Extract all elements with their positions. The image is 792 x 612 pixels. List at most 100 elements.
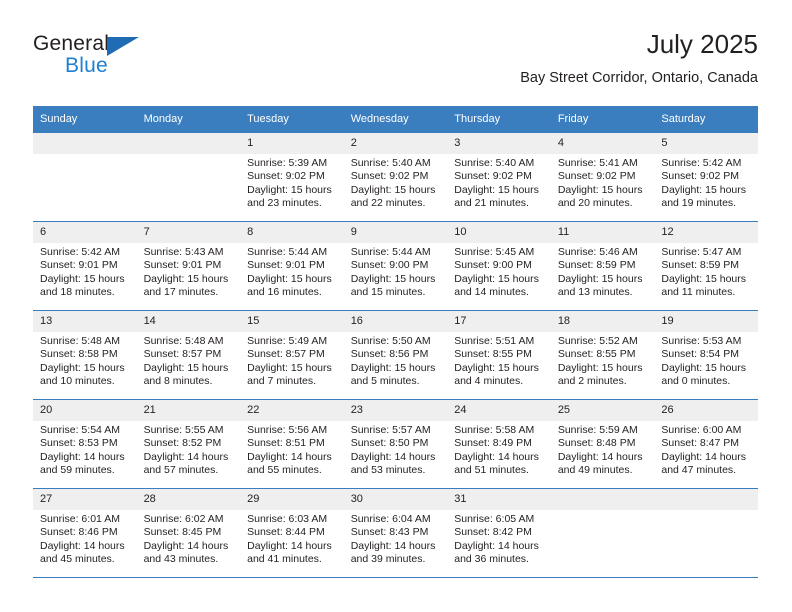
calendar-day-cell[interactable]: 24 Sunrise: 5:58 AM Sunset: 8:49 PM Dayligh… xyxy=(447,399,551,489)
daylight-text-line2: and 14 minutes. xyxy=(454,286,529,299)
calendar-day-cell[interactable]: 8 Sunrise: 5:44 AM Sunset: 9:01 PM Daylight… xyxy=(240,221,344,311)
calendar-day-inner: 14 Sunrise: 5:48 AM Sunset: 8:57 PM Dayligh… xyxy=(136,311,241,399)
calendar-day-cell[interactable]: 12 Sunrise: 5:47 AM Sunset: 8:59 PM Dayligh… xyxy=(654,221,758,311)
day-details: Sunrise: 5:56 AM Sunset: 8:51 PM Daylight:… xyxy=(240,421,344,478)
day-details: Sunrise: 5:55 AM Sunset: 8:52 PM Daylight:… xyxy=(137,421,241,478)
day-number xyxy=(550,489,655,510)
daylight-text-line2: and 49 minutes. xyxy=(557,464,633,477)
day-details: Sunrise: 5:50 AM Sunset: 8:56 PM Daylight:… xyxy=(344,332,448,389)
calendar-day-cell[interactable]: 7 Sunrise: 5:43 AM Sunset: 9:01 PM Daylight… xyxy=(136,221,241,311)
day-number: 21 xyxy=(136,400,241,421)
calendar-day-cell[interactable]: 30 Sunrise: 6:04 AM Sunset: 8:43 PM Dayligh… xyxy=(343,488,448,578)
sunset-text: Sunset: 9:02 PM xyxy=(661,170,740,183)
day-details: Sunrise: 5:41 AM Sunset: 9:02 PM Daylight:… xyxy=(551,154,655,211)
sunrise-text: Sunrise: 5:59 AM xyxy=(557,424,638,436)
day-details: Sunrise: 5:52 AM Sunset: 8:55 PM Daylight:… xyxy=(551,332,655,389)
calendar-day-inner: 19 Sunrise: 5:53 AM Sunset: 8:54 PM Dayligh… xyxy=(654,311,758,399)
generalblue-logo[interactable]: General Blue xyxy=(33,32,163,84)
calendar-day-cell[interactable]: 21 Sunrise: 5:55 AM Sunset: 8:52 PM Dayligh… xyxy=(136,399,241,489)
sunrise-text: Sunrise: 5:42 AM xyxy=(40,246,120,258)
day-number: 11 xyxy=(550,222,655,243)
calendar-day-cell[interactable]: 31 Sunrise: 6:05 AM Sunset: 8:42 PM Dayligh… xyxy=(447,488,551,578)
calendar-day-cell[interactable]: 11 Sunrise: 5:46 AM Sunset: 8:59 PM Dayligh… xyxy=(550,221,655,311)
sunrise-text: Sunrise: 5:39 AM xyxy=(247,157,328,169)
sunset-text: Sunset: 8:48 PM xyxy=(557,437,636,450)
sunset-text: Sunset: 8:51 PM xyxy=(247,437,325,450)
calendar-day-cell[interactable]: 22 Sunrise: 5:56 AM Sunset: 8:51 PM Dayligh… xyxy=(240,399,344,489)
sunrise-text: Sunrise: 5:55 AM xyxy=(143,424,224,436)
daylight-text-line2: and 39 minutes. xyxy=(350,553,426,566)
sunrise-text: Sunrise: 5:48 AM xyxy=(40,335,120,347)
calendar-day-cell[interactable]: 25 Sunrise: 5:59 AM Sunset: 8:48 PM Dayligh… xyxy=(550,399,655,489)
calendar-day-cell[interactable]: 18 Sunrise: 5:52 AM Sunset: 8:55 PM Dayligh… xyxy=(550,310,655,400)
calendar-day-cell[interactable]: 19 Sunrise: 5:53 AM Sunset: 8:54 PM Dayligh… xyxy=(654,310,758,400)
day-number: 25 xyxy=(550,400,655,421)
day-number: 5 xyxy=(654,133,758,154)
weekday-header-tuesday: Tuesday xyxy=(240,106,344,133)
calendar-week-row: 27 Sunrise: 6:01 AM Sunset: 8:46 PM Dayligh… xyxy=(33,488,758,578)
calendar-day-inner: 2 Sunrise: 5:40 AM Sunset: 9:02 PM Daylight… xyxy=(343,133,448,221)
calendar-day-cell[interactable]: 28 Sunrise: 6:02 AM Sunset: 8:45 PM Dayligh… xyxy=(136,488,241,578)
day-details: Sunrise: 5:49 AM Sunset: 8:57 PM Daylight:… xyxy=(240,332,344,389)
calendar-day-cell[interactable]: 1 Sunrise: 5:39 AM Sunset: 9:02 PM Daylight… xyxy=(240,133,344,222)
calendar-week-row: 6 Sunrise: 5:42 AM Sunset: 9:01 PM Daylight… xyxy=(33,221,758,311)
calendar-day-cell[interactable]: 23 Sunrise: 5:57 AM Sunset: 8:50 PM Dayligh… xyxy=(343,399,448,489)
calendar-day-cell[interactable]: 9 Sunrise: 5:44 AM Sunset: 9:00 PM Daylight… xyxy=(343,221,448,311)
day-number: 26 xyxy=(654,400,758,421)
daylight-text-line1: Daylight: 15 hours xyxy=(247,272,332,285)
calendar-day-inner: 26 Sunrise: 6:00 AM Sunset: 8:47 PM Dayligh… xyxy=(654,400,758,488)
daylight-text-line1: Daylight: 15 hours xyxy=(557,183,643,196)
day-number: 20 xyxy=(33,400,137,421)
daylight-text-line2: and 5 minutes. xyxy=(350,375,420,388)
daylight-text-line2: and 57 minutes. xyxy=(143,464,219,477)
calendar-day-cell[interactable]: 15 Sunrise: 5:49 AM Sunset: 8:57 PM Dayligh… xyxy=(240,310,344,400)
calendar-day-inner: 23 Sunrise: 5:57 AM Sunset: 8:50 PM Dayligh… xyxy=(343,400,448,488)
sunset-text: Sunset: 8:59 PM xyxy=(661,259,740,272)
day-number: 24 xyxy=(447,400,551,421)
sunset-text: Sunset: 8:59 PM xyxy=(557,259,636,272)
daylight-text-line2: and 17 minutes. xyxy=(143,286,219,299)
calendar-day-inner: 6 Sunrise: 5:42 AM Sunset: 9:01 PM Daylight… xyxy=(33,222,137,310)
sunrise-text: Sunrise: 5:44 AM xyxy=(350,246,431,258)
calendar-week-row: 20 Sunrise: 5:54 AM Sunset: 8:53 PM Dayligh… xyxy=(33,399,758,489)
calendar-day-cell[interactable]: 17 Sunrise: 5:51 AM Sunset: 8:55 PM Dayligh… xyxy=(447,310,551,400)
sunset-text: Sunset: 8:45 PM xyxy=(143,526,222,539)
calendar-day-cell[interactable]: 5 Sunrise: 5:42 AM Sunset: 9:02 PM Daylight… xyxy=(654,133,758,222)
calendar-day-cell[interactable]: 27 Sunrise: 6:01 AM Sunset: 8:46 PM Dayligh… xyxy=(33,488,137,578)
calendar-day-cell[interactable]: 10 Sunrise: 5:45 AM Sunset: 9:00 PM Dayligh… xyxy=(447,221,551,311)
logo-text-general: General xyxy=(33,32,110,55)
daylight-text-line2: and 10 minutes. xyxy=(40,375,115,388)
daylight-text-line1: Daylight: 15 hours xyxy=(661,361,747,374)
daylight-text-line1: Daylight: 15 hours xyxy=(661,183,747,196)
sunrise-text: Sunrise: 6:05 AM xyxy=(454,513,535,525)
calendar-day-cell[interactable]: 16 Sunrise: 5:50 AM Sunset: 8:56 PM Dayligh… xyxy=(343,310,448,400)
sunrise-text: Sunrise: 5:53 AM xyxy=(661,335,742,347)
calendar-day-cell[interactable]: 3 Sunrise: 5:40 AM Sunset: 9:02 PM Daylight… xyxy=(447,133,551,222)
sunset-text: Sunset: 9:02 PM xyxy=(247,170,325,183)
calendar-day-inner: 16 Sunrise: 5:50 AM Sunset: 8:56 PM Dayligh… xyxy=(343,311,448,399)
calendar-day-cell[interactable]: 2 Sunrise: 5:40 AM Sunset: 9:02 PM Daylight… xyxy=(343,133,448,222)
calendar-day-cell[interactable]: 13 Sunrise: 5:48 AM Sunset: 8:58 PM Dayligh… xyxy=(33,310,137,400)
daylight-text-line1: Daylight: 15 hours xyxy=(350,183,436,196)
day-details: Sunrise: 6:04 AM Sunset: 8:43 PM Daylight:… xyxy=(344,510,448,567)
calendar-day-cell[interactable]: 6 Sunrise: 5:42 AM Sunset: 9:01 PM Daylight… xyxy=(33,221,137,311)
sunrise-text: Sunrise: 5:48 AM xyxy=(143,335,224,347)
calendar-day-inner: 25 Sunrise: 5:59 AM Sunset: 8:48 PM Dayligh… xyxy=(550,400,655,488)
calendar-day-cell[interactable]: 4 Sunrise: 5:41 AM Sunset: 9:02 PM Daylight… xyxy=(550,133,655,222)
daylight-text-line2: and 0 minutes. xyxy=(661,375,731,388)
calendar-day-inner: 18 Sunrise: 5:52 AM Sunset: 8:55 PM Dayligh… xyxy=(550,311,655,399)
sunrise-text: Sunrise: 5:51 AM xyxy=(454,335,535,347)
sunset-text: Sunset: 9:00 PM xyxy=(350,259,429,272)
calendar-day-cell[interactable]: 20 Sunrise: 5:54 AM Sunset: 8:53 PM Dayligh… xyxy=(33,399,137,489)
calendar-day-cell[interactable]: 29 Sunrise: 6:03 AM Sunset: 8:44 PM Dayligh… xyxy=(240,488,344,578)
calendar-day-cell[interactable]: 14 Sunrise: 5:48 AM Sunset: 8:57 PM Dayligh… xyxy=(136,310,241,400)
day-number: 19 xyxy=(654,311,758,332)
daylight-text-line1: Daylight: 14 hours xyxy=(454,539,539,552)
weekday-header-monday: Monday xyxy=(136,106,241,133)
calendar-day-inner xyxy=(550,489,655,577)
day-number: 15 xyxy=(240,311,344,332)
day-details: Sunrise: 5:48 AM Sunset: 8:57 PM Daylight:… xyxy=(137,332,241,389)
daylight-text-line2: and 7 minutes. xyxy=(247,375,317,388)
daylight-text-line2: and 19 minutes. xyxy=(661,197,737,210)
calendar-day-cell[interactable]: 26 Sunrise: 6:00 AM Sunset: 8:47 PM Dayligh… xyxy=(654,399,758,489)
